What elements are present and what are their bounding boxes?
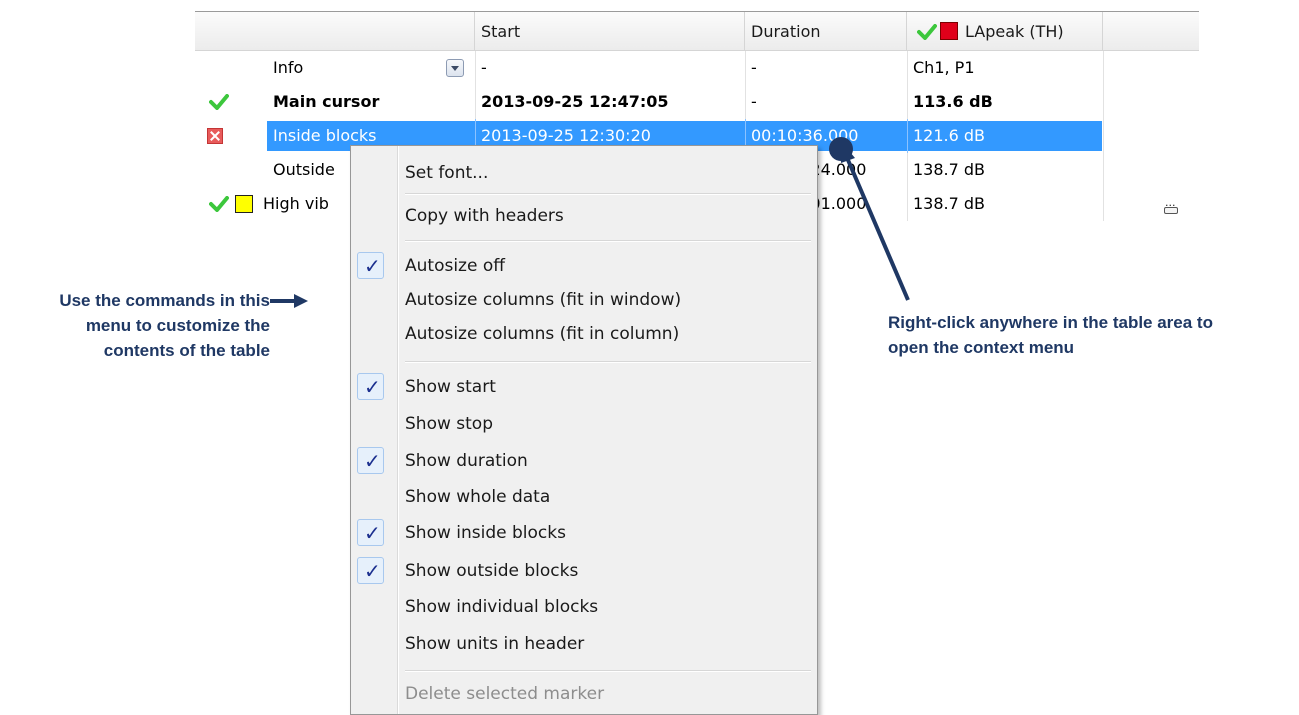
red-marker-icon (940, 22, 958, 40)
dropdown-arrow-icon[interactable] (446, 59, 464, 77)
context-menu[interactable]: Set font... Copy with headers ✓ Autosize… (350, 145, 818, 715)
row-duration: - (751, 92, 757, 111)
checkmark-icon: ✓ (357, 519, 384, 546)
menu-item-delete-selected-marker: Delete selected marker (351, 677, 817, 711)
row-name: Main cursor (273, 92, 380, 111)
annotation-right-line: Right-click anywhere in the table area t… (888, 313, 1213, 332)
row-value: Ch1, P1 (913, 58, 975, 77)
menu-item-show-units-in-header[interactable]: Show units in header (351, 627, 817, 661)
header-start[interactable]: Start (475, 12, 745, 50)
menu-item-label: Set font... (405, 163, 489, 183)
menu-item-show-individual-blocks[interactable]: Show individual blocks (351, 590, 817, 624)
menu-separator (405, 361, 811, 363)
header-lapeak[interactable]: LApeak (TH) (907, 12, 1103, 50)
check-icon (209, 94, 229, 110)
menu-item-label: Autosize columns (fit in column) (405, 324, 680, 344)
check-icon (209, 196, 229, 212)
annotation-left-line: Use the commands in this (59, 291, 270, 310)
header-lapeak-label: LApeak (TH) (965, 22, 1064, 41)
menu-item-label: Show outside blocks (405, 561, 579, 581)
check-icon (917, 24, 937, 40)
menu-item-label: Delete selected marker (405, 684, 605, 704)
menu-item-label: Show stop (405, 414, 493, 434)
annotation-left: Use the commands in this menu to customi… (0, 288, 270, 363)
menu-item-label: Show duration (405, 451, 528, 471)
menu-item-autosize-fit-window[interactable]: Autosize columns (fit in window) (351, 283, 817, 317)
menu-item-label: Autosize columns (fit in window) (405, 290, 682, 310)
checkmark-icon: ✓ (357, 447, 384, 474)
menu-item-label: Autosize off (405, 256, 505, 276)
menu-item-label: Show inside blocks (405, 523, 566, 543)
row-value: 138.7 dB (913, 160, 986, 179)
menu-item-autosize-fit-column[interactable]: Autosize columns (fit in column) (351, 317, 817, 351)
menu-item-show-start[interactable]: ✓ Show start (351, 370, 817, 404)
menu-item-show-inside-blocks[interactable]: ✓ Show inside blocks (351, 516, 817, 550)
menu-item-label: Copy with headers (405, 206, 564, 226)
yellow-marker-icon (235, 195, 253, 213)
checkmark-icon: ✓ (357, 373, 384, 400)
menu-item-show-stop[interactable]: Show stop (351, 407, 817, 441)
row-start: 2013-09-25 12:47:05 (481, 92, 669, 111)
error-x-icon[interactable] (207, 128, 223, 144)
menu-item-set-font[interactable]: Set font... (351, 156, 817, 190)
checkmark-icon: ✓ (357, 557, 384, 584)
table-header-row: Start Duration LApeak (TH) (195, 12, 1199, 51)
row-name: Info (273, 58, 304, 77)
row-value: 113.6 dB (913, 92, 993, 111)
menu-separator (405, 670, 811, 672)
row-start: - (481, 58, 487, 77)
menu-separator (405, 193, 811, 195)
more-options-icon[interactable] (1164, 199, 1178, 214)
checkmark-icon: ✓ (357, 252, 384, 279)
menu-item-copy-with-headers[interactable]: Copy with headers (351, 199, 817, 233)
menu-item-label: Show units in header (405, 634, 585, 654)
row-value: 121.6 dB (913, 126, 986, 145)
annotation-right: Right-click anywhere in the table area t… (888, 310, 1298, 360)
row-duration: - (751, 58, 757, 77)
menu-item-label: Show start (405, 377, 496, 397)
header-duration[interactable]: Duration (745, 12, 907, 50)
annotation-left-line: contents of the table (103, 341, 270, 360)
menu-separator (405, 240, 811, 242)
row-value: 138.7 dB (913, 194, 986, 213)
menu-item-label: Show whole data (405, 487, 551, 507)
menu-item-show-whole-data[interactable]: Show whole data (351, 480, 817, 514)
table-row[interactable]: Main cursor 2013-09-25 12:47:05 - 113.6 … (195, 85, 1199, 119)
menu-item-show-duration[interactable]: ✓ Show duration (351, 444, 817, 478)
menu-item-autosize-off[interactable]: ✓ Autosize off (351, 249, 817, 283)
header-name-column[interactable] (195, 12, 475, 50)
annotation-right-line: open the context menu (888, 338, 1075, 357)
menu-item-show-outside-blocks[interactable]: ✓ Show outside blocks (351, 554, 817, 588)
right-arrow-icon (270, 294, 308, 308)
header-empty (1103, 12, 1199, 50)
annotation-left-line: menu to customize the (85, 316, 270, 335)
table-row[interactable]: Info - - Ch1, P1 (195, 51, 1199, 85)
menu-item-label: Show individual blocks (405, 597, 599, 617)
